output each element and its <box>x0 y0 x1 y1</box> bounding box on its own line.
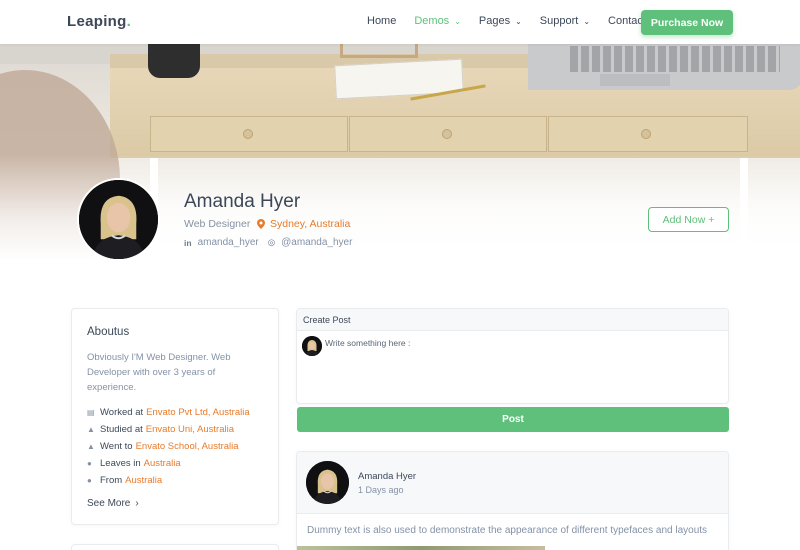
purchase-now-button[interactable]: Purchase Now <box>641 10 733 35</box>
graduation-cap-icon: ▲ <box>87 442 95 451</box>
skype-link[interactable]: ◎ @amanda_hyer <box>268 237 353 248</box>
map-pin-icon: ● <box>87 459 92 468</box>
create-post-body <box>297 331 728 405</box>
nav-item-demos[interactable]: Demos ⌄ <box>414 15 461 27</box>
linkedin-handle: amanda_hyer <box>197 237 259 248</box>
chevron-down-icon: ⌄ <box>454 16 461 26</box>
fact-item: ● Leaves in Australia <box>87 458 181 469</box>
chevron-right-icon: › <box>135 498 139 509</box>
avatar-portrait <box>306 461 349 504</box>
about-facts: ▤ Worked at Envato Pvt Ltd, Australia ▲ … <box>87 404 250 489</box>
nav-item-support[interactable]: Support ⌄ <box>540 15 590 27</box>
skype-icon: ◎ <box>267 237 276 247</box>
cover-frame <box>340 44 418 58</box>
fact-item: ▲ Studied at Envato Uni, Australia <box>87 424 234 435</box>
fact-link[interactable]: Envato Pvt Ltd, Australia <box>146 407 250 418</box>
briefcase-icon: ▤ <box>87 408 95 417</box>
post-text: Dummy text is also used to demonstrate t… <box>307 525 708 536</box>
chevron-down-icon: ⌄ <box>515 16 522 26</box>
fact-item: ● From Australia <box>87 475 163 486</box>
brand-logo[interactable]: Leaping. <box>67 13 131 30</box>
profile-name: Amanda Hyer <box>184 191 301 212</box>
avatar-portrait <box>79 180 158 259</box>
profile-avatar <box>77 178 160 261</box>
create-post-title: Create Post <box>297 309 728 331</box>
nav-menu: Home Demos ⌄ Pages ⌄ Support ⌄ Contact <box>367 15 664 27</box>
user-avatar <box>302 336 322 356</box>
fact-link[interactable]: Australia <box>144 458 181 469</box>
nav-item-pages[interactable]: Pages ⌄ <box>479 15 522 27</box>
map-pin-icon: ● <box>87 476 92 485</box>
about-title: Aboutus <box>87 326 130 338</box>
profile-location-label: Sydney, Australia <box>270 218 351 230</box>
post-image[interactable] <box>297 546 545 550</box>
about-card: Aboutus Obviously I'M Web Designer. Web … <box>71 308 279 525</box>
linkedin-icon: in <box>184 237 192 248</box>
social-links: in amanda_hyer ◎ @amanda_hyer <box>184 237 361 248</box>
fact-link[interactable]: Australia <box>125 475 162 486</box>
profile-location[interactable]: Sydney, Australia <box>257 218 350 230</box>
cover-drawer <box>548 116 748 152</box>
feed-post-card: Amanda Hyer 1 Days ago Dummy text is als… <box>296 451 729 550</box>
create-post-card: Create Post <box>296 308 729 404</box>
cover-vase <box>148 44 200 78</box>
post-author-name[interactable]: Amanda Hyer <box>358 471 416 482</box>
graduation-cap-icon: ▲ <box>87 425 95 434</box>
chevron-down-icon: ⌄ <box>583 16 591 26</box>
fact-item: ▤ Worked at Envato Pvt Ltd, Australia <box>87 407 250 418</box>
fact-link[interactable]: Envato Uni, Australia <box>146 424 234 435</box>
fact-link[interactable]: Envato School, Australia <box>136 441 239 452</box>
cover-laptop-keyboard <box>570 46 780 72</box>
profile-role: Web Designer <box>184 218 251 230</box>
feed-post-header: Amanda Hyer 1 Days ago <box>297 452 728 514</box>
cover-laptop-trackpad <box>600 74 670 86</box>
post-timestamp: 1 Days ago <box>358 485 404 495</box>
cover-drawer <box>349 116 547 152</box>
skype-handle: @amanda_hyer <box>281 237 353 248</box>
author-avatar[interactable] <box>306 461 349 504</box>
fact-item: ▲ Went to Envato School, Australia <box>87 441 239 452</box>
cover-drawer <box>150 116 348 152</box>
linkedin-link[interactable]: in amanda_hyer <box>184 237 259 248</box>
add-now-button[interactable]: Add Now + <box>648 207 729 232</box>
post-textarea[interactable] <box>325 338 723 398</box>
post-button[interactable]: Post <box>297 407 729 432</box>
see-more-link[interactable]: See More › <box>87 498 139 509</box>
sidebar-card <box>71 544 279 550</box>
nav-item-home[interactable]: Home <box>367 15 396 27</box>
avatar-portrait <box>302 336 322 356</box>
map-pin-icon <box>257 219 265 229</box>
about-bio: Obviously I'M Web Designer. Web Develope… <box>87 352 231 393</box>
navbar: Leaping. Home Demos ⌄ Pages ⌄ Support ⌄ Con… <box>0 0 800 44</box>
